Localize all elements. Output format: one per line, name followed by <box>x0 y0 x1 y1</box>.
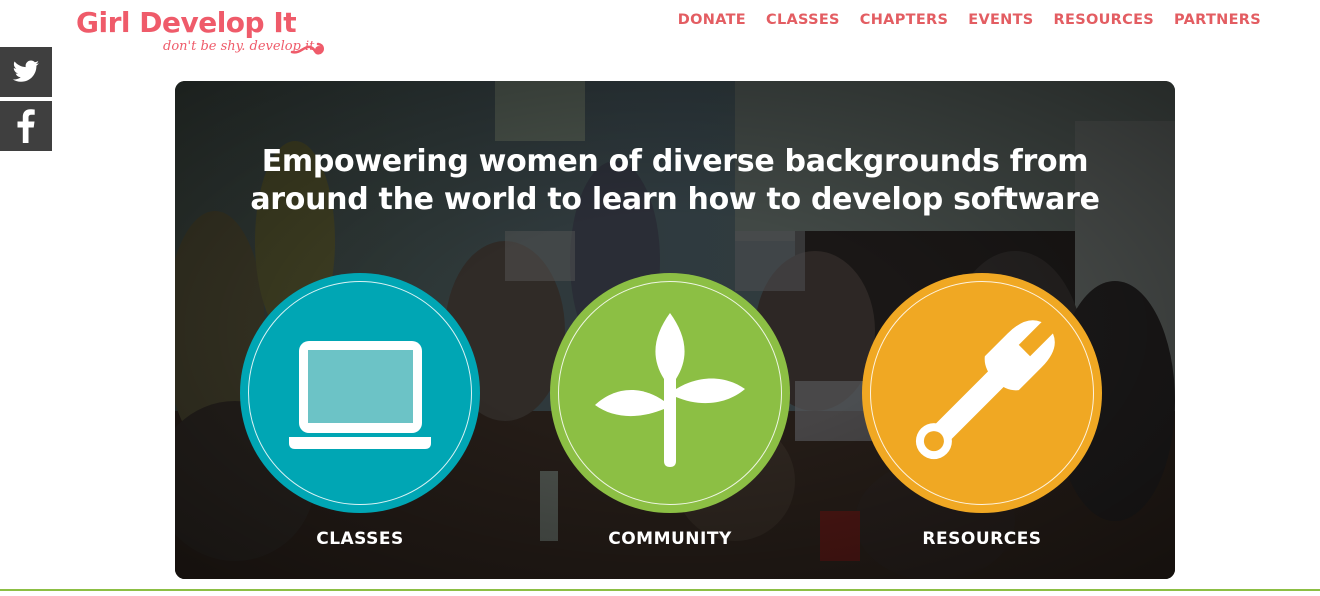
feature-community-label: COMMUNITY <box>608 529 732 549</box>
feature-classes-label: CLASSES <box>316 529 404 549</box>
hero-headline-line2: around the world to learn how to develop… <box>250 182 1100 217</box>
twitter-bird-icon <box>12 60 39 82</box>
feature-resources-label: RESOURCES <box>922 529 1042 549</box>
facebook-f-icon <box>17 109 35 143</box>
nav-chapters[interactable]: CHAPTERS <box>860 12 948 28</box>
community-circle <box>550 273 790 513</box>
hero-headline: Empowering women of diverse backgrounds … <box>175 143 1175 219</box>
nav-classes[interactable]: CLASSES <box>766 12 840 28</box>
nav-resources[interactable]: RESOURCES <box>1054 12 1154 28</box>
twitter-button[interactable] <box>0 47 52 97</box>
resources-circle <box>862 273 1102 513</box>
laptop-icon <box>289 341 431 449</box>
main-nav: DONATE CLASSES CHAPTERS EVENTS RESOURCES… <box>678 12 1261 28</box>
logo-swirl-icon <box>290 42 324 55</box>
nav-events[interactable]: EVENTS <box>968 12 1033 28</box>
hero-headline-line1: Empowering women of diverse backgrounds … <box>261 144 1089 179</box>
hero-banner: Empowering women of diverse backgrounds … <box>175 81 1175 579</box>
nav-partners[interactable]: PARTNERS <box>1174 12 1261 28</box>
feature-classes[interactable]: CLASSES <box>240 273 480 563</box>
feature-resources[interactable]: RESOURCES <box>862 273 1102 563</box>
footer-divider <box>0 589 1320 591</box>
classes-circle <box>240 273 480 513</box>
sprout-icon <box>595 313 745 467</box>
logo-title: Girl Develop It <box>76 6 297 39</box>
nav-donate[interactable]: DONATE <box>678 12 746 28</box>
feature-community[interactable]: COMMUNITY <box>550 273 790 563</box>
site-logo[interactable]: Girl Develop It don't be shy. develop it… <box>76 4 336 64</box>
facebook-button[interactable] <box>0 101 52 151</box>
wrench-icon <box>915 316 1059 460</box>
